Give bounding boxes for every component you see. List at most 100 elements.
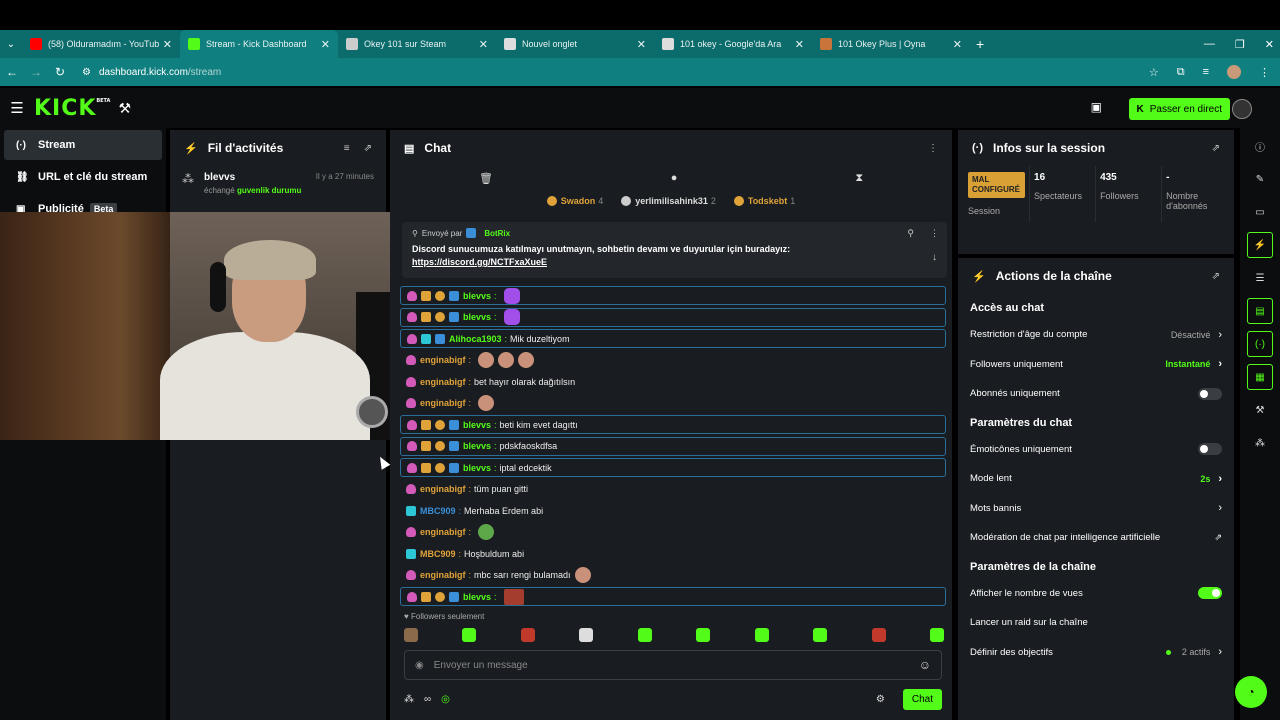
- chat-message[interactable]: enginabigf:: [400, 523, 946, 542]
- setting-toggle[interactable]: [1198, 443, 1222, 456]
- external-link-icon[interactable]: ⇗: [1214, 532, 1222, 543]
- points-icon[interactable]: ⁂: [404, 694, 414, 705]
- user-avatar[interactable]: [1232, 99, 1252, 119]
- top-gifter[interactable]: Todskebt 1: [733, 196, 795, 207]
- browser-tab[interactable]: Nouvel onglet ✕: [496, 30, 654, 58]
- chat-message[interactable]: MBC909: Merhaba Erdem abi: [400, 501, 946, 520]
- forward-icon[interactable]: →: [24, 65, 48, 79]
- trash-icon[interactable]: 🗑: [479, 172, 493, 185]
- browser-menu-icon[interactable]: ⋮: [1259, 66, 1270, 79]
- quick-emote-icon[interactable]: [929, 628, 944, 642]
- tab-search-icon[interactable]: ⌄: [0, 39, 22, 50]
- filter-icon[interactable]: ≡: [344, 143, 350, 154]
- chat-menu-icon[interactable]: ⋮: [928, 143, 938, 154]
- chat-username[interactable]: blevvs: [463, 291, 491, 301]
- setting-row[interactable]: Modération de chat par intelligence arti…: [958, 523, 1234, 553]
- close-tab-icon[interactable]: ✕: [795, 38, 804, 51]
- setting-row[interactable]: Lancer un raid sur la chaîne: [958, 608, 1234, 638]
- chat-message[interactable]: blevvs:: [400, 307, 946, 327]
- list-icon[interactable]: ☰: [1247, 265, 1273, 291]
- chevron-right-icon[interactable]: ›: [1218, 502, 1222, 514]
- media-icon[interactable]: ≡: [1203, 66, 1209, 78]
- chat-message[interactable]: enginabigf: mbc sarı rengi bulamadı: [400, 566, 946, 585]
- session-rail-icon[interactable]: ▦: [1247, 364, 1273, 390]
- profile-avatar[interactable]: [1227, 65, 1241, 79]
- send-chat-button[interactable]: Chat: [902, 688, 942, 710]
- close-tab-icon[interactable]: ✕: [479, 38, 488, 51]
- quick-actions-icon[interactable]: ⚡: [1247, 232, 1273, 258]
- mod-view-icon[interactable]: ▣: [1091, 100, 1102, 114]
- chat-message[interactable]: enginabigf:: [400, 394, 946, 413]
- quick-emote-icon[interactable]: [579, 628, 594, 642]
- chat-message[interactable]: enginabigf: tüm puan gitti: [400, 480, 946, 499]
- top-gifter[interactable]: yerlimilisahink31 2: [621, 196, 716, 207]
- nav-item[interactable]: ⛓ URL et clé du stream: [4, 162, 162, 192]
- stream-rail-icon[interactable]: (·): [1247, 331, 1273, 357]
- chat-username[interactable]: enginabigf: [420, 527, 466, 537]
- bookmark-star-icon[interactable]: ☆: [1149, 66, 1159, 79]
- chat-username[interactable]: enginabigf: [420, 355, 466, 365]
- quick-emote-icon[interactable]: [871, 628, 886, 642]
- session-popout-icon[interactable]: ⇗: [1212, 143, 1220, 154]
- maximize-icon[interactable]: ❐: [1235, 38, 1245, 51]
- close-tab-icon[interactable]: ✕: [637, 38, 646, 51]
- close-tab-icon[interactable]: ✕: [953, 38, 962, 51]
- hourglass-icon[interactable]: ⧗: [855, 172, 863, 185]
- chat-message[interactable]: Alihoca1903: Mik duzeltiyom: [400, 329, 946, 348]
- chat-message[interactable]: MBC909: Hoşbuldum abi: [400, 544, 946, 563]
- nav-item[interactable]: (·) Stream: [4, 130, 162, 160]
- reward-icon[interactable]: ◎: [441, 694, 450, 705]
- pinned-menu-icon[interactable]: ⋮: [930, 228, 939, 239]
- actions-popout-icon[interactable]: ⇗: [1212, 271, 1220, 282]
- quick-emote-icon[interactable]: [404, 628, 418, 642]
- menu-icon[interactable]: ☰: [0, 99, 34, 117]
- chat-message[interactable]: enginabigf:: [400, 351, 946, 370]
- close-window-icon[interactable]: ✕: [1265, 38, 1274, 51]
- setting-toggle[interactable]: [1198, 587, 1222, 600]
- go-live-button[interactable]: K Passer en direct: [1128, 98, 1230, 120]
- minimize-icon[interactable]: —: [1204, 38, 1215, 50]
- community-icon[interactable]: ⁂: [1247, 430, 1273, 456]
- browser-tab[interactable]: Okey 101 sur Steam ✕: [338, 30, 496, 58]
- help-chat-button[interactable]: ◔: [1235, 676, 1267, 708]
- wallet-icon[interactable]: ▭: [1247, 199, 1273, 225]
- chat-username[interactable]: blevvs: [463, 420, 491, 430]
- info-icon[interactable]: ⓘ: [1247, 133, 1273, 159]
- setting-row[interactable]: Followers uniquement Instantané ›: [958, 350, 1234, 380]
- chat-message[interactable]: blevvs:: [400, 286, 946, 305]
- quick-emote-icon[interactable]: [462, 628, 477, 642]
- chat-username[interactable]: Alihoca1903: [449, 334, 502, 344]
- chat-message[interactable]: blevvs:: [400, 587, 946, 606]
- activity-item[interactable]: ⁂ blevvs échangé guvenlik durumu Il y a 27 …: [170, 166, 386, 201]
- chat-message[interactable]: enginabigf: bet hayır olarak dağıtılsın: [400, 372, 946, 391]
- chat-message[interactable]: blevvs: pdskfaoskdfsa: [400, 436, 946, 456]
- chat-username[interactable]: enginabigf: [420, 570, 466, 580]
- chat-username[interactable]: blevvs: [463, 463, 491, 473]
- pinned-by-user[interactable]: BotRix: [484, 229, 510, 238]
- chat-username[interactable]: MBC909: [420, 549, 456, 559]
- setting-row[interactable]: Abonnés uniquement: [958, 379, 1234, 409]
- setting-row[interactable]: Mots bannis ›: [958, 494, 1234, 524]
- chat-message[interactable]: blevvs: iptal edcektik: [400, 458, 946, 477]
- quick-emote-icon[interactable]: [637, 628, 652, 642]
- top-gifter[interactable]: Swadon 4: [546, 196, 603, 207]
- quick-emote-icon[interactable]: [696, 628, 711, 642]
- chat-username[interactable]: blevvs: [463, 441, 491, 451]
- chevron-right-icon[interactable]: ›: [1218, 358, 1222, 370]
- browser-tab[interactable]: 101 okey - Google'da Ara ✕: [654, 30, 812, 58]
- kick-logo[interactable]: KICK BETA: [34, 96, 110, 121]
- quick-emote-icon[interactable]: [754, 628, 769, 642]
- chat-settings-icon[interactable]: ⚙: [876, 694, 885, 705]
- chat-username[interactable]: enginabigf: [420, 484, 466, 494]
- close-tab-icon[interactable]: ✕: [321, 38, 330, 51]
- chat-username[interactable]: enginabigf: [420, 377, 466, 387]
- chat-username[interactable]: blevvs: [463, 312, 491, 322]
- extensions-icon[interactable]: ⧉: [1177, 66, 1185, 79]
- quick-emote-icon[interactable]: [813, 628, 828, 642]
- chevron-right-icon[interactable]: ›: [1218, 473, 1222, 485]
- unpin-icon[interactable]: ⚲: [907, 228, 914, 239]
- close-tab-icon[interactable]: ✕: [163, 38, 172, 51]
- quick-emote-icon[interactable]: [520, 628, 535, 642]
- pinned-link[interactable]: https://discord.gg/NCTFxaXueE: [412, 257, 937, 267]
- browser-tab[interactable]: (58) Olduramadım - YouTube ✕: [22, 30, 180, 58]
